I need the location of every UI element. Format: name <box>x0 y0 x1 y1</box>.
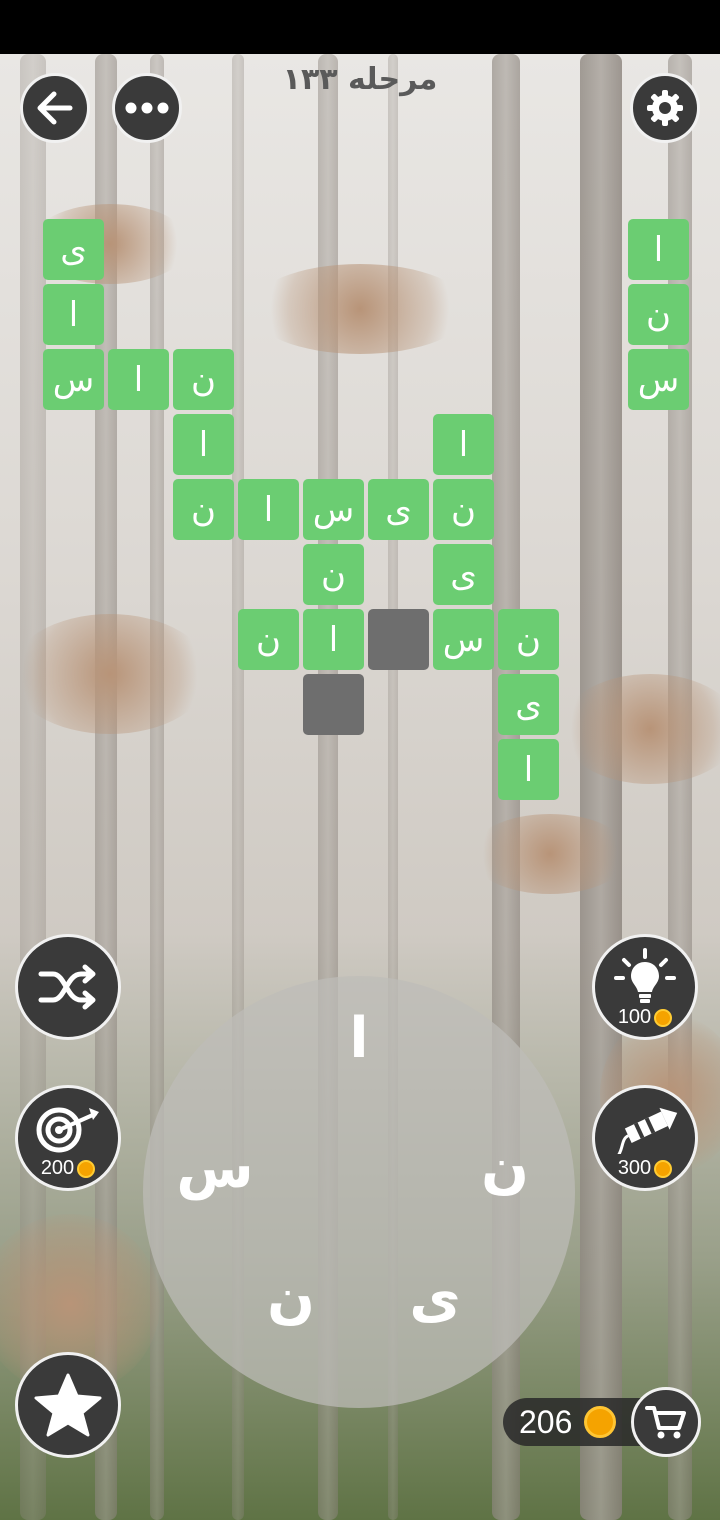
rocket-powerup-button[interactable]: 300 <box>592 1085 698 1191</box>
tile: ا <box>628 219 689 280</box>
menu-button[interactable] <box>112 73 182 143</box>
tile-empty <box>368 609 429 670</box>
tile: ا <box>433 414 494 475</box>
rocket-icon <box>616 1107 678 1154</box>
tile: ا <box>108 349 169 410</box>
tile: ی <box>433 544 494 605</box>
hint-cost: 100 <box>595 1006 695 1029</box>
coin-icon <box>77 1159 96 1178</box>
target-powerup-button[interactable]: 200 <box>15 1085 121 1191</box>
back-button[interactable] <box>20 73 90 143</box>
tile: ا <box>43 284 104 345</box>
tile: ن <box>173 479 234 540</box>
cart-icon <box>645 1406 686 1439</box>
status-bar <box>0 0 720 54</box>
tile: ا <box>173 414 234 475</box>
target-cost: 200 <box>18 1157 118 1180</box>
hint-button[interactable]: 100 <box>592 934 698 1040</box>
tile: ی <box>368 479 429 540</box>
rocket-cost-label: 300 <box>617 1157 652 1179</box>
tile: س <box>43 349 104 410</box>
tile: ی <box>43 219 104 280</box>
tile: ا <box>498 739 559 800</box>
tile: س <box>628 349 689 410</box>
favorite-button[interactable] <box>15 1352 121 1458</box>
tile: ا <box>303 609 364 670</box>
tile: ن <box>628 284 689 345</box>
gear-icon <box>647 90 683 126</box>
wheel-letter[interactable]: ن <box>465 1136 545 1201</box>
tile: ی <box>498 674 559 735</box>
tile: ن <box>303 544 364 605</box>
coin-icon <box>654 1008 673 1027</box>
wheel-letter[interactable]: س <box>175 1136 255 1201</box>
more-dots-icon <box>125 102 169 114</box>
tile: ن <box>173 349 234 410</box>
coin-count: 206 <box>519 1403 573 1440</box>
tile: ا <box>238 479 299 540</box>
target-cost-label: 200 <box>40 1157 75 1179</box>
tile: ن <box>498 609 559 670</box>
tile: س <box>303 479 364 540</box>
wheel-letter[interactable]: ن <box>251 1266 331 1331</box>
tile: ن <box>433 479 494 540</box>
star-icon <box>34 1373 102 1437</box>
coin-icon <box>654 1159 673 1178</box>
wheel-letter[interactable]: ا <box>319 1006 399 1071</box>
wheel-letter[interactable]: ی <box>395 1266 475 1331</box>
shop-button[interactable] <box>631 1387 701 1457</box>
tile: ن <box>238 609 299 670</box>
tile-empty <box>303 674 364 735</box>
settings-button[interactable] <box>630 73 700 143</box>
tile: س <box>433 609 494 670</box>
hint-cost-label: 100 <box>617 1006 652 1028</box>
coin-icon <box>584 1406 617 1438</box>
level-title: مرحله ۱۳۳ <box>282 62 438 97</box>
target-arrow-icon <box>36 1107 99 1153</box>
lightbulb-icon <box>614 948 676 1003</box>
arrow-left-icon <box>37 91 73 125</box>
shuffle-icon <box>38 964 96 1010</box>
rocket-cost: 300 <box>595 1157 695 1180</box>
shuffle-button[interactable] <box>15 934 121 1040</box>
letter-wheel[interactable]: ا ن ی ن س <box>143 976 575 1408</box>
